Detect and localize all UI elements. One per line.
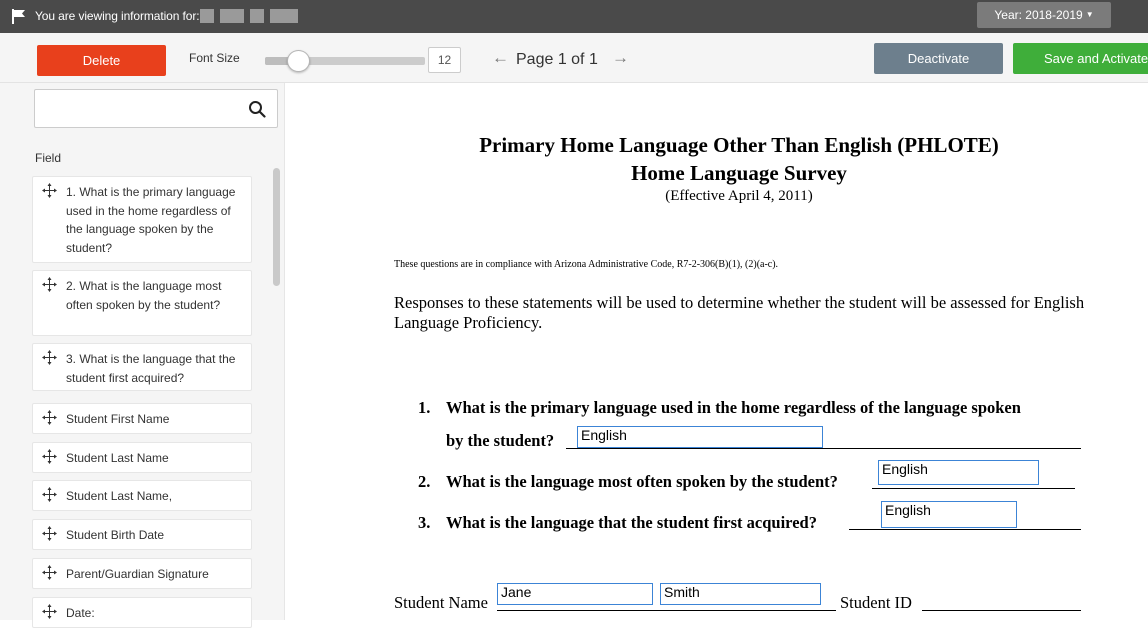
sidebar-scrollbar[interactable] [273, 168, 280, 286]
field-item-student-last-name[interactable]: Student Last Name [32, 442, 252, 473]
field-search[interactable] [34, 89, 278, 128]
move-icon[interactable] [41, 564, 58, 581]
question-text: What is the language that the student fi… [446, 513, 817, 532]
deactivate-button[interactable]: Deactivate [874, 43, 1003, 74]
field-item-parent-signature[interactable]: Parent/Guardian Signature [32, 558, 252, 589]
year-dropdown-label: Year: 2018-2019 [994, 8, 1083, 22]
field-item-label: 2. What is the language most often spoke… [66, 279, 222, 312]
answer-underline [849, 529, 1081, 530]
field-item-student-last-name-comma[interactable]: Student Last Name, [32, 480, 252, 511]
document-effective-date: (Effective April 4, 2011) [665, 188, 813, 204]
next-page-arrow-icon[interactable]: → [612, 48, 629, 68]
field-item-q2[interactable]: 2. What is the language most often spoke… [32, 270, 252, 336]
field-item-label: Student Birth Date [66, 528, 165, 542]
field-item-date[interactable]: Date: [32, 597, 252, 628]
move-icon[interactable] [41, 182, 58, 199]
redacted-student-name [200, 9, 298, 23]
move-icon[interactable] [41, 448, 58, 465]
field-search-input[interactable] [41, 98, 241, 120]
field-sidebar: Field 1. What is the primary language us… [0, 83, 285, 628]
search-icon[interactable] [248, 100, 266, 118]
save-and-activate-button[interactable]: Save and Activate [1013, 43, 1148, 74]
student-name-label: Student Name [394, 593, 488, 612]
question-1-continued: by the student? [446, 431, 555, 450]
field-item-label: 3. What is the language that the student… [66, 352, 236, 385]
delete-button[interactable]: Delete [37, 45, 166, 76]
field-list-header: Field [35, 151, 62, 165]
previous-page-arrow-icon[interactable]: ← [492, 48, 509, 68]
question-number: 2. [418, 472, 431, 491]
answer-underline [566, 448, 1081, 449]
question-number: 1. [418, 398, 431, 417]
document-preview: Primary Home Language Other Than English… [286, 83, 1148, 620]
q2-answer-field[interactable]: English [878, 460, 1039, 485]
font-size-slider-thumb[interactable] [286, 50, 310, 72]
move-icon[interactable] [41, 603, 58, 620]
q3-answer-field[interactable]: English [881, 501, 1017, 528]
field-item-student-first-name[interactable]: Student First Name [32, 403, 252, 434]
student-id-underline [922, 610, 1081, 611]
student-name-underline [497, 610, 836, 611]
responses-statement: Responses to these statements will be us… [394, 293, 1085, 332]
question-text: What is the language most often spoken b… [446, 472, 838, 491]
field-item-label: Student Last Name [66, 451, 169, 465]
field-item-label: Student First Name [66, 412, 170, 426]
q1-answer-field[interactable]: English [577, 426, 823, 448]
move-icon[interactable] [41, 349, 58, 366]
font-size-label: Font Size [189, 51, 240, 65]
student-id-label: Student ID [840, 593, 912, 612]
field-item-student-birth-date[interactable]: Student Birth Date [32, 519, 252, 550]
document-subtitle: Home Language Survey [631, 161, 847, 185]
page-indicator: Page 1 of 1 [516, 51, 598, 68]
question-number: 3. [418, 513, 431, 532]
student-last-name-field[interactable]: Smith [660, 583, 821, 605]
student-first-name-field[interactable]: Jane [497, 583, 653, 605]
field-item-label: 1. What is the primary language used in … [66, 185, 236, 255]
move-icon[interactable] [41, 276, 58, 293]
move-icon[interactable] [41, 486, 58, 503]
viewing-label: You are viewing information for: [35, 9, 200, 23]
flag-icon [12, 9, 25, 24]
field-item-label: Parent/Guardian Signature [66, 567, 209, 581]
caret-down-icon: ▼ [1085, 10, 1094, 19]
move-icon[interactable] [41, 409, 58, 426]
font-size-slider[interactable] [265, 50, 425, 72]
document-title: Primary Home Language Other Than English… [479, 133, 999, 157]
toolbar: Delete Font Size 12 ← Page 1 of 1 → Deac… [0, 33, 1148, 83]
field-item-label: Student Last Name, [66, 489, 173, 503]
field-item-q3[interactable]: 3. What is the language that the student… [32, 343, 252, 391]
font-size-value-box[interactable]: 12 [428, 47, 461, 73]
compliance-note: These questions are in compliance with A… [394, 259, 779, 270]
answer-underline [872, 488, 1075, 489]
year-dropdown[interactable]: Year: 2018-2019 ▼ [977, 2, 1111, 28]
move-icon[interactable] [41, 525, 58, 542]
top-bar: You are viewing information for: Year: 2… [0, 0, 1148, 33]
question-text: What is the primary language used in the… [446, 398, 1021, 417]
field-item-q1[interactable]: 1. What is the primary language used in … [32, 176, 252, 263]
